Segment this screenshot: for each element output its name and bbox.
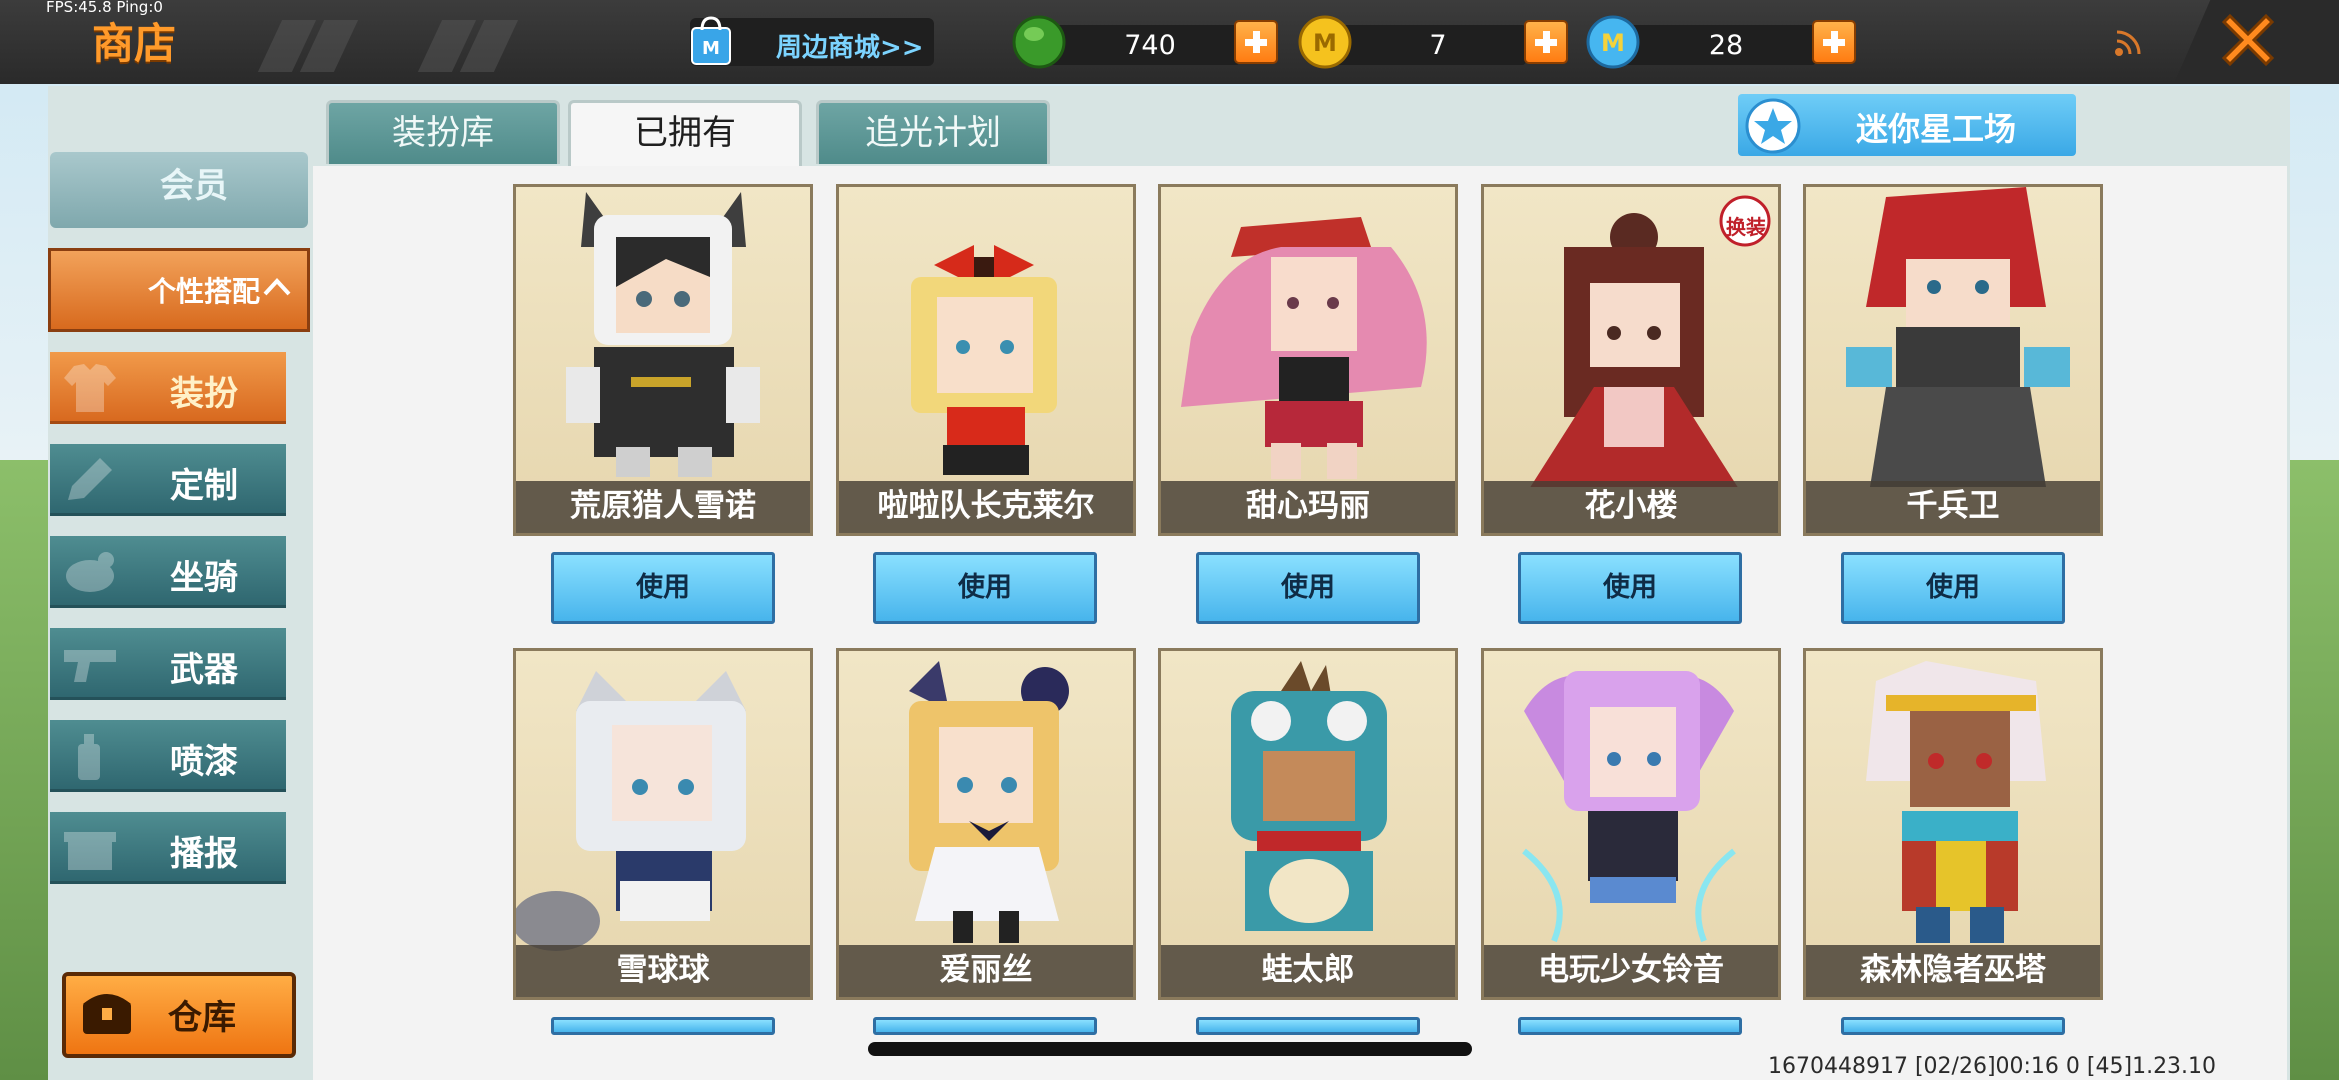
signal-icon xyxy=(2115,30,2141,56)
skin-preview-gamer-girl xyxy=(1522,671,1736,943)
sidebar-item-weapon[interactable]: 武器 xyxy=(50,628,286,700)
svg-text:M: M xyxy=(1313,29,1337,57)
home-indicator[interactable] xyxy=(868,1042,1472,1056)
sidebar-item-label: 喷漆 xyxy=(170,742,238,782)
skin-preview-cheerleader xyxy=(911,245,1057,475)
close-icon[interactable] xyxy=(2216,8,2280,72)
skin-name: 千兵卫 xyxy=(1806,481,2100,533)
chest-icon xyxy=(83,994,131,1034)
shopping-bag-icon: M xyxy=(691,16,731,65)
skin-preview-forest-hermit xyxy=(1866,661,2046,943)
skin-name: 雪球球 xyxy=(516,945,810,997)
use-button[interactable] xyxy=(1841,1017,2065,1035)
svg-text:M: M xyxy=(702,38,720,59)
blue-star-coin-icon: M xyxy=(1586,15,1640,69)
use-button[interactable] xyxy=(1518,1017,1742,1035)
skin-card[interactable]: 千兵卫 xyxy=(1803,184,2103,536)
skin-name: 花小楼 xyxy=(1484,481,1778,533)
skin-preview-frog-taro xyxy=(1231,661,1387,931)
skin-card[interactable]: 荒原猎人雪诺 xyxy=(513,184,813,536)
coins-value: 7 xyxy=(1429,30,1447,61)
sidebar-item-broadcast[interactable]: 播报 xyxy=(50,812,286,884)
skin-name: 荒原猎人雪诺 xyxy=(516,481,810,533)
skin-card[interactable]: 雪球球 xyxy=(513,648,813,1000)
skin-name: 啦啦队长克莱尔 xyxy=(839,481,1133,533)
gold-coin-icon: M xyxy=(1298,15,1352,69)
skin-name: 爱丽丝 xyxy=(839,945,1133,997)
skin-name: 电玩少女铃音 xyxy=(1484,945,1778,997)
warehouse-label[interactable]: 仓库 xyxy=(168,990,236,1039)
use-button[interactable] xyxy=(873,1017,1097,1035)
skin-name: 蛙太郎 xyxy=(1161,945,1455,997)
use-button[interactable]: 使用 xyxy=(551,552,775,624)
use-button[interactable] xyxy=(1196,1017,1420,1035)
use-button[interactable]: 使用 xyxy=(1841,552,2065,624)
skin-card[interactable]: 蛙太郎 xyxy=(1158,648,1458,1000)
add-gems-button[interactable] xyxy=(1234,20,1278,64)
sidebar-item-label: 定制 xyxy=(170,466,238,506)
skin-card[interactable]: 森林隐者巫塔 xyxy=(1803,648,2103,1000)
chevron-up-icon xyxy=(263,278,291,296)
skin-name: 森林隐者巫塔 xyxy=(1806,945,2100,997)
merch-mall-label[interactable]: 周边商城>> xyxy=(776,27,924,64)
sidebar-item-label: 武器 xyxy=(170,650,238,690)
mini-star-studio-label[interactable]: 迷你星工场 xyxy=(1806,104,2066,150)
skin-card[interactable]: 啦啦队长克莱尔 xyxy=(836,184,1136,536)
skin-preview-alice xyxy=(909,661,1069,943)
sidebar-member-label[interactable]: 会员 xyxy=(160,158,228,207)
sidebar-item-label: 装扮 xyxy=(170,374,238,414)
sidebar-item-custom[interactable]: 定制 xyxy=(50,444,286,516)
skin-card[interactable]: 电玩少女铃音 xyxy=(1481,648,1781,1000)
sidebar-item-mount[interactable]: 坐骑 xyxy=(50,536,286,608)
svg-text:M: M xyxy=(1601,29,1625,57)
sidebar-item-label: 播报 xyxy=(170,834,238,874)
tab-owned[interactable]: 已拥有 xyxy=(568,100,802,166)
use-button[interactable]: 使用 xyxy=(1196,552,1420,624)
sidebar-category-label[interactable]: 个性搭配 xyxy=(148,270,260,310)
skin-card[interactable]: 爱丽丝 xyxy=(836,648,1136,1000)
sidebar-item-label: 坐骑 xyxy=(170,558,238,598)
skin-preview-senbei xyxy=(1846,187,2070,487)
green-gem-icon xyxy=(1012,15,1066,69)
skin-name: 甜心玛丽 xyxy=(1161,481,1455,533)
page-title: 商店 xyxy=(92,19,177,68)
skin-preview-hunter xyxy=(566,192,760,477)
use-button[interactable]: 使用 xyxy=(873,552,1097,624)
skin-card[interactable]: 甜心玛丽 xyxy=(1158,184,1458,536)
add-stars-button[interactable] xyxy=(1812,20,1856,64)
gems-value: 740 xyxy=(1124,30,1176,61)
tab-chase-light[interactable]: 追光计划 xyxy=(816,100,1050,164)
star-icon xyxy=(1745,98,1801,154)
add-coins-button[interactable] xyxy=(1524,20,1568,64)
skin-card[interactable]: 换装 花小楼 xyxy=(1481,184,1781,536)
sidebar-item-outfit[interactable]: 装扮 xyxy=(50,352,286,424)
stars-value: 28 xyxy=(1708,30,1744,61)
skin-preview-sweetheart xyxy=(1181,217,1427,479)
sidebar-item-spray[interactable]: 喷漆 xyxy=(50,720,286,792)
version-info: 1670448917 [02/26]00:16 0 [45]1.23.10 xyxy=(1768,1054,2217,1079)
tab-wardrobe[interactable]: 装扮库 xyxy=(326,100,560,164)
use-button[interactable] xyxy=(551,1017,775,1035)
outfit-change-badge: 换装 xyxy=(1726,215,1766,239)
skin-preview-snowball xyxy=(516,671,746,951)
use-button[interactable]: 使用 xyxy=(1518,552,1742,624)
